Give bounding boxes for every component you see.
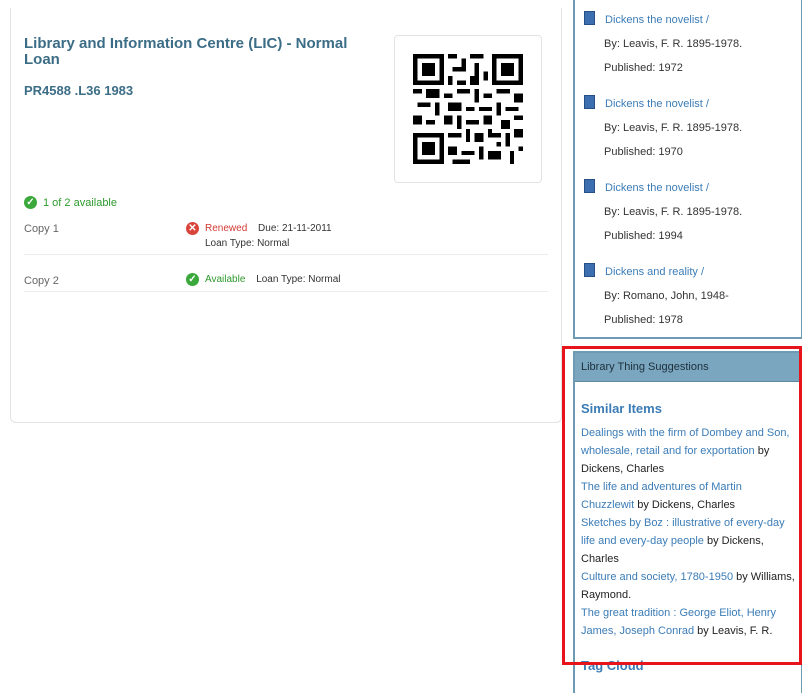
loan-type: Loan Type: Normal (256, 274, 341, 285)
similar-item-author: by Leavis, F. R. (694, 625, 773, 637)
similar-item-author: by Dickens, Charles (634, 499, 736, 511)
related-published: Published: 1994 (604, 230, 683, 242)
status-available: Available (205, 274, 246, 285)
copy-status: ✓ Available Loan Type: Normal (186, 273, 341, 286)
list-item: The great tradition : George Eliot, Henr… (581, 604, 795, 640)
check-circle-icon: ✓ (24, 196, 37, 209)
divider (24, 291, 548, 292)
status-renewed: Renewed (205, 223, 248, 234)
qr-code-icon (413, 54, 523, 164)
book-icon (584, 263, 595, 277)
qr-code (394, 35, 542, 183)
similar-items-list: Dealings with the firm of Dombey and Son… (581, 424, 795, 640)
related-title-link[interactable]: Dickens the novelist / (605, 182, 709, 194)
librarything-panel: Library Thing Suggestions Similar Items … (573, 351, 802, 693)
related-title-link[interactable]: Dickens and reality / (605, 266, 704, 278)
similar-items-heading: Similar Items (581, 401, 662, 416)
list-item: Dealings with the firm of Dombey and Son… (581, 424, 795, 478)
list-item: Dickens the novelist / By: Leavis, F. R.… (584, 176, 742, 248)
related-published: Published: 1978 (604, 314, 683, 326)
related-title-link[interactable]: Dickens the novelist / (605, 14, 709, 26)
list-item: The life and adventures of Martin Chuzzl… (581, 478, 795, 514)
book-icon (584, 95, 595, 109)
related-author: By: Leavis, F. R. 1895-1978. (604, 206, 743, 218)
loan-type: Loan Type: Normal (205, 238, 290, 249)
availability-summary: ✓ 1 of 2 available (24, 196, 117, 209)
related-published: Published: 1972 (604, 62, 683, 74)
related-published: Published: 1970 (604, 146, 683, 158)
list-item: Sketches by Boz : illustrative of every-… (581, 514, 795, 568)
check-circle-icon: ✓ (186, 273, 199, 286)
related-author: By: Leavis, F. R. 1895-1978. (604, 122, 743, 134)
copy-label: Copy 2 (24, 275, 59, 287)
availability-text: 1 of 2 available (43, 196, 117, 209)
book-icon (584, 179, 595, 193)
list-item: Culture and society, 1780-1950 by Willia… (581, 568, 795, 604)
list-item: Dickens and reality / By: Romano, John, … (584, 260, 729, 332)
copy-label: Copy 1 (24, 223, 59, 235)
related-titles-panel: Dickens the novelist / By: Leavis, F. R.… (573, 0, 802, 339)
list-item: Dickens the novelist / By: Leavis, F. R.… (584, 92, 742, 164)
location-title: Library and Information Centre (LIC) - N… (24, 35, 348, 68)
x-circle-icon: ✕ (186, 222, 199, 235)
librarything-header: Library Thing Suggestions (575, 353, 801, 382)
related-title-link[interactable]: Dickens the novelist / (605, 98, 709, 110)
tag-cloud-heading: Tag Cloud (581, 658, 644, 673)
list-item: Dickens the novelist / By: Leavis, F. R.… (584, 8, 742, 80)
divider (24, 254, 548, 255)
due-date: Due: 21-11-2011 (258, 223, 332, 234)
copy-status: ✕ Renewed Due: 21-11-2011 Loan Type: Nor… (186, 221, 332, 251)
similar-item-link[interactable]: Culture and society, 1780-1950 (581, 571, 733, 583)
call-number: PR4588 .L36 1983 (24, 83, 134, 98)
book-icon (584, 11, 595, 25)
related-author: By: Leavis, F. R. 1895-1978. (604, 38, 743, 50)
related-author: By: Romano, John, 1948- (604, 290, 729, 302)
